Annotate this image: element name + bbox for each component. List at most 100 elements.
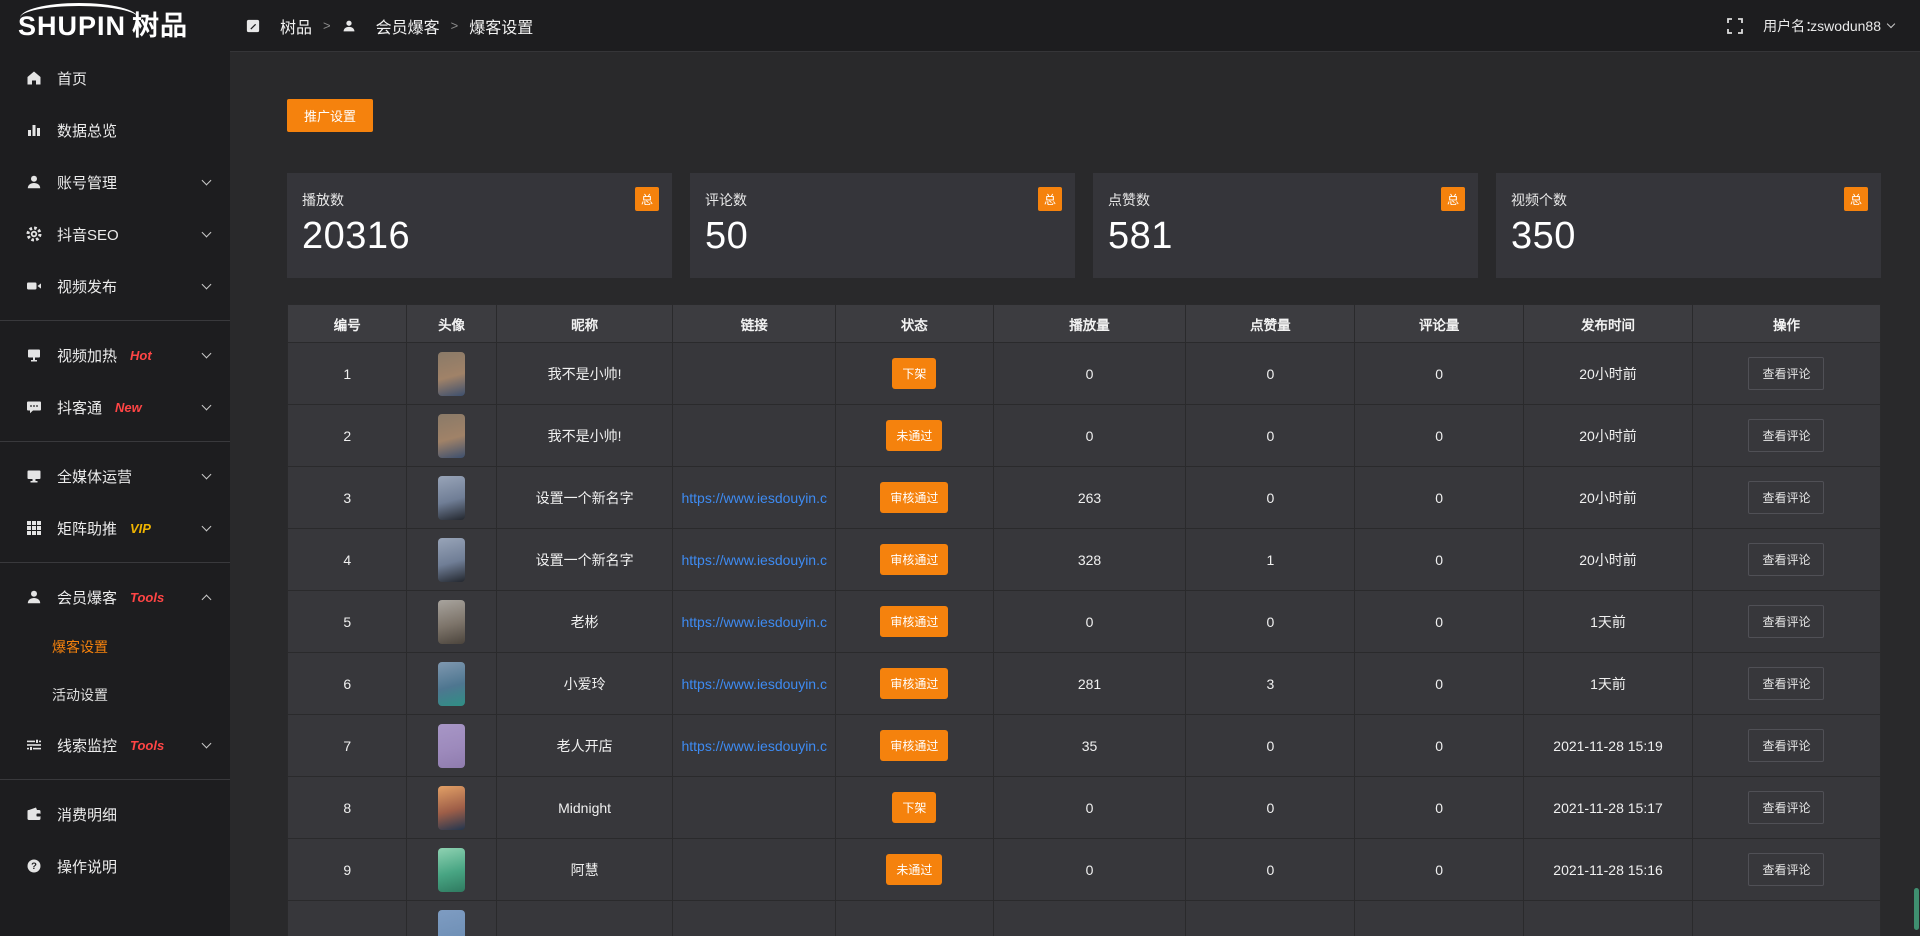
cell-status[interactable]: 下架 [835, 777, 993, 839]
sidebar-item[interactable]: ?操作说明 [0, 840, 230, 892]
sidebar-item-badge: Tools [130, 590, 164, 605]
user-menu[interactable]: 用户名：zswodun88 [1763, 16, 1894, 36]
cell-action[interactable]: 查看评论 [1692, 405, 1880, 467]
view-comments-button[interactable]: 查看评论 [1748, 605, 1824, 638]
cell-link[interactable]: https://www.iesdouyin.c [673, 529, 835, 591]
cell-action[interactable]: 查看评论 [1692, 839, 1880, 901]
cell-status[interactable]: 审核通过 [835, 653, 993, 715]
cell-action[interactable]: 查看评论 [1692, 343, 1880, 405]
cell-status[interactable]: 下架 [835, 343, 993, 405]
video-link[interactable]: https://www.iesdouyin.c [681, 490, 827, 506]
sidebar-item[interactable]: 消费明细 [0, 788, 230, 840]
view-comments-button[interactable]: 查看评论 [1748, 729, 1824, 762]
sidebar-item-badge: Hot [130, 348, 152, 363]
column-header: 编号 [288, 305, 407, 343]
sidebar-item[interactable]: 账号管理 [0, 156, 230, 208]
sidebar-item[interactable]: 矩阵助推VIP [0, 502, 230, 554]
stat-value: 350 [1511, 215, 1866, 258]
sidebar-item[interactable]: 线索监控Tools [0, 719, 230, 771]
stat-label: 视频个数 [1511, 190, 1866, 210]
video-link[interactable]: https://www.iesdouyin.c [681, 614, 827, 630]
sidebar-item[interactable]: 抖音SEO [0, 208, 230, 260]
table-row: 2我不是小帅!未通过00020小时前查看评论 [288, 405, 1881, 467]
monitor-icon [26, 468, 43, 485]
cell-time [1524, 901, 1693, 936]
breadcrumb-item-member[interactable]: 会员爆客 [342, 14, 440, 38]
status-badge[interactable]: 审核通过 [880, 730, 948, 761]
cell-link[interactable]: https://www.iesdouyin.c [673, 715, 835, 777]
cell-status[interactable]: 审核通过 [835, 715, 993, 777]
scrollbar-thumb[interactable] [1914, 888, 1919, 930]
home-icon [26, 70, 43, 87]
stat-label: 点赞数 [1108, 190, 1463, 210]
sidebar-item[interactable]: 视频加热Hot [0, 329, 230, 381]
cell-avatar [407, 467, 496, 529]
status-badge[interactable]: 审核通过 [880, 544, 948, 575]
view-comments-button[interactable]: 查看评论 [1748, 667, 1824, 700]
cell-id: 8 [288, 777, 407, 839]
status-badge[interactable]: 下架 [892, 792, 936, 823]
video-link[interactable]: https://www.iesdouyin.c [681, 738, 827, 754]
cell-status[interactable]: 审核通过 [835, 591, 993, 653]
status-badge[interactable]: 审核通过 [880, 606, 948, 637]
column-header: 头像 [407, 305, 496, 343]
video-link[interactable]: https://www.iesdouyin.c [681, 552, 827, 568]
brand-logo[interactable]: SHUPIN树品 [0, 0, 230, 52]
view-comments-button[interactable]: 查看评论 [1748, 791, 1824, 824]
cell-status[interactable]: 未通过 [835, 405, 993, 467]
sidebar-item-label: 抖客通 [57, 397, 102, 418]
view-comments-button[interactable]: 查看评论 [1748, 543, 1824, 576]
cell-nickname: 老人开店 [496, 715, 673, 777]
cell-status[interactable]: 审核通过 [835, 529, 993, 591]
cell-plays: 0 [993, 343, 1186, 405]
sidebar-item[interactable]: 视频发布 [0, 260, 230, 312]
cell-comments: 0 [1355, 839, 1524, 901]
cell-status[interactable]: 未通过 [835, 839, 993, 901]
cell-action[interactable]: 查看评论 [1692, 591, 1880, 653]
cell-action[interactable]: 查看评论 [1692, 653, 1880, 715]
cell-link[interactable]: https://www.iesdouyin.c [673, 653, 835, 715]
sidebar-item-label: 数据总览 [57, 120, 117, 141]
video-link[interactable]: https://www.iesdouyin.c [681, 676, 827, 692]
column-header: 状态 [835, 305, 993, 343]
cell-link [673, 839, 835, 901]
sidebar-item[interactable]: 首页 [0, 52, 230, 104]
sidebar-item[interactable]: 抖客通New [0, 381, 230, 433]
status-badge[interactable]: 下架 [892, 358, 936, 389]
sidebar-subitem-active[interactable]: 爆客设置 [0, 623, 230, 671]
cell-nickname: 小爱玲 [496, 653, 673, 715]
view-comments-button[interactable]: 查看评论 [1748, 419, 1824, 452]
sidebar-item-badge: VIP [130, 521, 151, 536]
breadcrumb-item-shupin[interactable]: 树品 [246, 14, 312, 38]
view-comments-button[interactable]: 查看评论 [1748, 481, 1824, 514]
status-badge[interactable]: 审核通过 [880, 668, 948, 699]
sidebar-item[interactable]: 全媒体运营 [0, 450, 230, 502]
column-header: 点赞量 [1186, 305, 1355, 343]
cell-link [673, 777, 835, 839]
cell-link[interactable]: https://www.iesdouyin.c [673, 467, 835, 529]
view-comments-button[interactable]: 查看评论 [1748, 357, 1824, 390]
view-comments-button[interactable]: 查看评论 [1748, 853, 1824, 886]
sidebar-subitem[interactable]: 活动设置 [0, 671, 230, 719]
status-badge[interactable]: 审核通过 [880, 482, 948, 513]
status-badge[interactable]: 未通过 [886, 420, 942, 451]
sidebar-item[interactable]: 会员爆客Tools [0, 571, 230, 623]
chevron-down-icon [202, 175, 212, 185]
promo-settings-button[interactable]: 推广设置 [287, 99, 373, 132]
fullscreen-icon[interactable] [1727, 18, 1743, 34]
grid-icon [26, 520, 43, 537]
cell-action[interactable]: 查看评论 [1692, 529, 1880, 591]
status-badge[interactable]: 未通过 [886, 854, 942, 885]
sidebar-item-label: 首页 [57, 68, 87, 89]
stat-card-likes: 点赞数 581 总 [1093, 173, 1478, 278]
cell-action[interactable]: 查看评论 [1692, 467, 1880, 529]
cell-status[interactable]: 审核通过 [835, 467, 993, 529]
sidebar-item[interactable]: 数据总览 [0, 104, 230, 156]
cell-avatar [407, 529, 496, 591]
cell-action[interactable]: 查看评论 [1692, 777, 1880, 839]
sidebar-divider [0, 441, 230, 442]
cell-link[interactable]: https://www.iesdouyin.c [673, 591, 835, 653]
column-header: 评论量 [1355, 305, 1524, 343]
cell-avatar [407, 591, 496, 653]
cell-action[interactable]: 查看评论 [1692, 715, 1880, 777]
